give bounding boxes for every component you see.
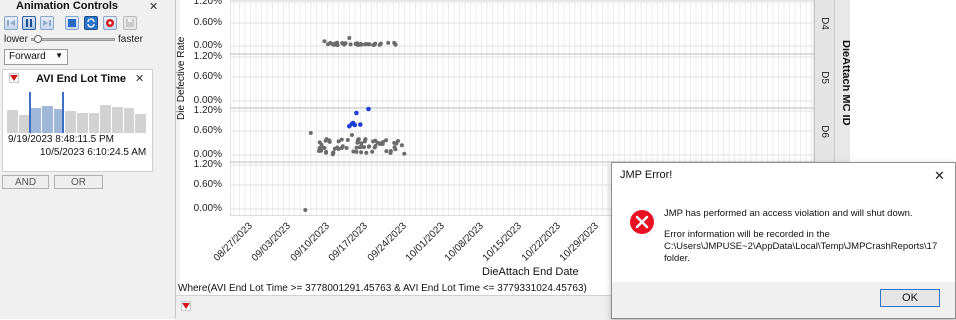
error-detail-1: Error information will be recorded in th… — [664, 229, 830, 240]
x-tick-label: 10/22/2023 — [519, 220, 563, 264]
x-tick-label: 10/15/2023 — [481, 220, 525, 264]
x-tick-label: 08/27/2023 — [211, 220, 255, 264]
x-tick-label: 10/08/2023 — [442, 220, 486, 264]
dialog-title: JMP Error! — [620, 169, 673, 181]
error-detail-3: folder. — [664, 253, 690, 264]
x-tick-label: 09/03/2023 — [250, 220, 294, 264]
error-dialog: JMP Error! ✕ JMP has performed an access… — [611, 162, 956, 319]
x-tick-label: 09/10/2023 — [288, 220, 332, 264]
report-menu-button[interactable] — [181, 301, 191, 311]
x-axis-label: DieAttach End Date — [482, 266, 579, 278]
x-tick-label: 10/01/2023 — [404, 220, 448, 264]
error-detail-2: C:\Users\JMPUSE~2\AppData\Local\Temp\JMP… — [664, 241, 938, 252]
where-clause: Where(AVI End Lot Time >= 3778001291.457… — [178, 283, 587, 294]
error-icon — [630, 210, 654, 234]
dialog-close-icon[interactable]: ✕ — [934, 168, 945, 184]
x-tick-label: 09/24/2023 — [365, 220, 409, 264]
red-triangle-icon — [182, 303, 190, 309]
x-tick-label: 10/29/2023 — [558, 220, 602, 264]
x-tick-label: 09/17/2023 — [327, 220, 371, 264]
error-message: JMP has performed an access violation an… — [664, 208, 913, 219]
ok-button[interactable]: OK — [880, 289, 940, 307]
